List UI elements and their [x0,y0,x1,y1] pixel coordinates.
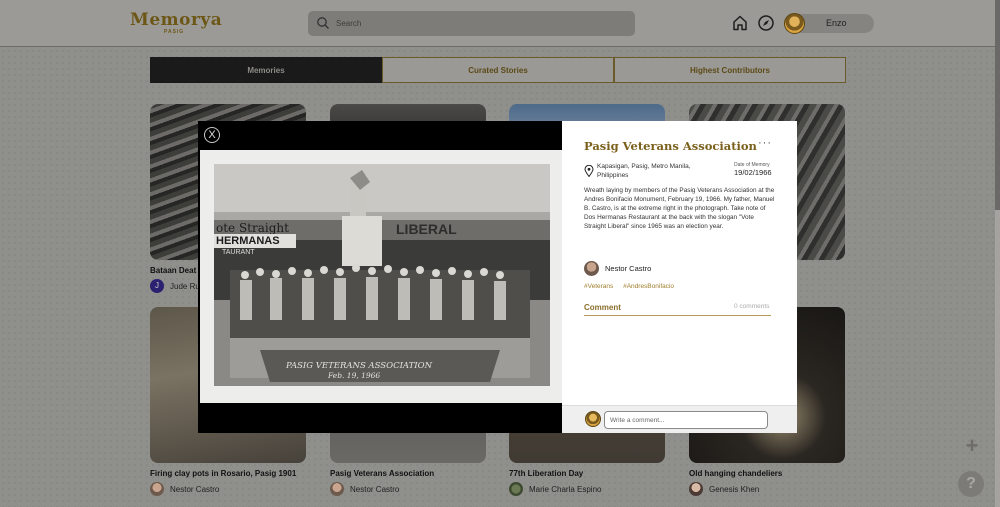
photo-caption-date: Feb. 19, 1966 [327,371,380,380]
author-name: Genesis Khen [709,484,760,494]
card-title[interactable]: Pasig Veterans Association [330,469,486,478]
tab-memories[interactable]: Memories [150,57,382,83]
card-author[interactable]: Nestor Castro [150,482,306,496]
memory-photograph: ote Straight LIBERAL HERMANAS TAURANT PA… [200,150,564,403]
author-avatar [330,482,344,496]
memorya-logo[interactable]: Memorya PASIG [130,10,223,38]
card-author[interactable]: Genesis Khen [689,482,845,496]
author-avatar: J [150,279,164,293]
search-icon [317,17,329,29]
author-avatar [689,482,703,496]
author-name: Nestor Castro [605,264,652,273]
author-avatar [509,482,523,496]
card-title[interactable]: 77th Liberation Day [509,469,665,478]
photo-restaurant-sub: TAURANT [222,249,255,256]
home-icon[interactable] [731,14,749,32]
add-memory-button[interactable]: + [962,435,982,457]
card-title[interactable]: Firing clay pots in Rosario, Pasig 1901 [150,469,306,478]
author-avatar [584,261,599,276]
author-avatar [150,482,164,496]
comment-heading: Comment [584,303,621,312]
logo-subtext: PASIG [164,29,185,35]
location-pin-icon [584,165,594,177]
card-title[interactable]: Old hanging chandeliers [689,469,845,478]
top-navbar: Memorya PASIG Enzo [0,0,995,47]
card-author[interactable]: Marie Charla Espino [509,482,665,496]
current-user-avatar [585,411,601,427]
tab-highest-contributors[interactable]: Highest Contributors [614,57,846,83]
memory-title: Pasig Veterans Association [584,139,757,153]
date-of-memory: 19/02/1966 [734,168,772,177]
tab-curated-stories[interactable]: Curated Stories [382,57,614,83]
memory-description: Wreath laying by members of the Pasig Ve… [584,187,775,230]
scrollbar-thumb[interactable] [995,0,1000,210]
card-author[interactable]: Nestor Castro [330,482,486,496]
memory-author[interactable]: Nestor Castro [584,261,651,276]
compass-icon[interactable] [757,14,775,32]
user-avatar [784,13,805,34]
memory-location: Kapasigan, Pasig, Metro Manila, Philippi… [597,163,691,179]
author-name: Nestor Castro [350,484,400,494]
user-menu[interactable]: Enzo [784,13,874,34]
more-options-button[interactable]: ··· [758,137,772,149]
close-modal-button[interactable]: X [204,127,220,143]
memory-tags: #Veterans #AndresBonifacio [584,283,682,290]
author-name: Marie Charla Espino [529,484,602,494]
comment-composer [562,405,797,433]
photo-caption: PASIG VETERANS ASSOCIATION [285,361,433,371]
search-bar [308,11,635,36]
comment-divider [584,315,771,316]
page-scrollbar[interactable] [995,0,1000,507]
search-input[interactable] [336,16,626,31]
memory-detail-panel: Pasig Veterans Association ··· Kapasigan… [562,121,797,433]
photo-banner-left: ote Straight [216,221,289,235]
logo-text: Memorya [130,10,223,30]
photo-banner-right: LIBERAL [396,221,457,237]
tag-andres-bonifacio[interactable]: #AndresBonifacio [623,283,674,290]
comment-input[interactable] [604,411,768,429]
photo-restaurant-sign: HERMANAS [216,235,280,247]
tag-veterans[interactable]: #Veterans [584,283,613,290]
help-button[interactable]: ? [958,471,984,497]
user-name: Enzo [826,18,847,28]
tab-bar: Memories Curated Stories Highest Contrib… [150,57,846,83]
author-name: Jude Ru [170,281,200,291]
author-name: Nestor Castro [170,484,220,494]
comment-count: 0 comments [734,303,770,310]
